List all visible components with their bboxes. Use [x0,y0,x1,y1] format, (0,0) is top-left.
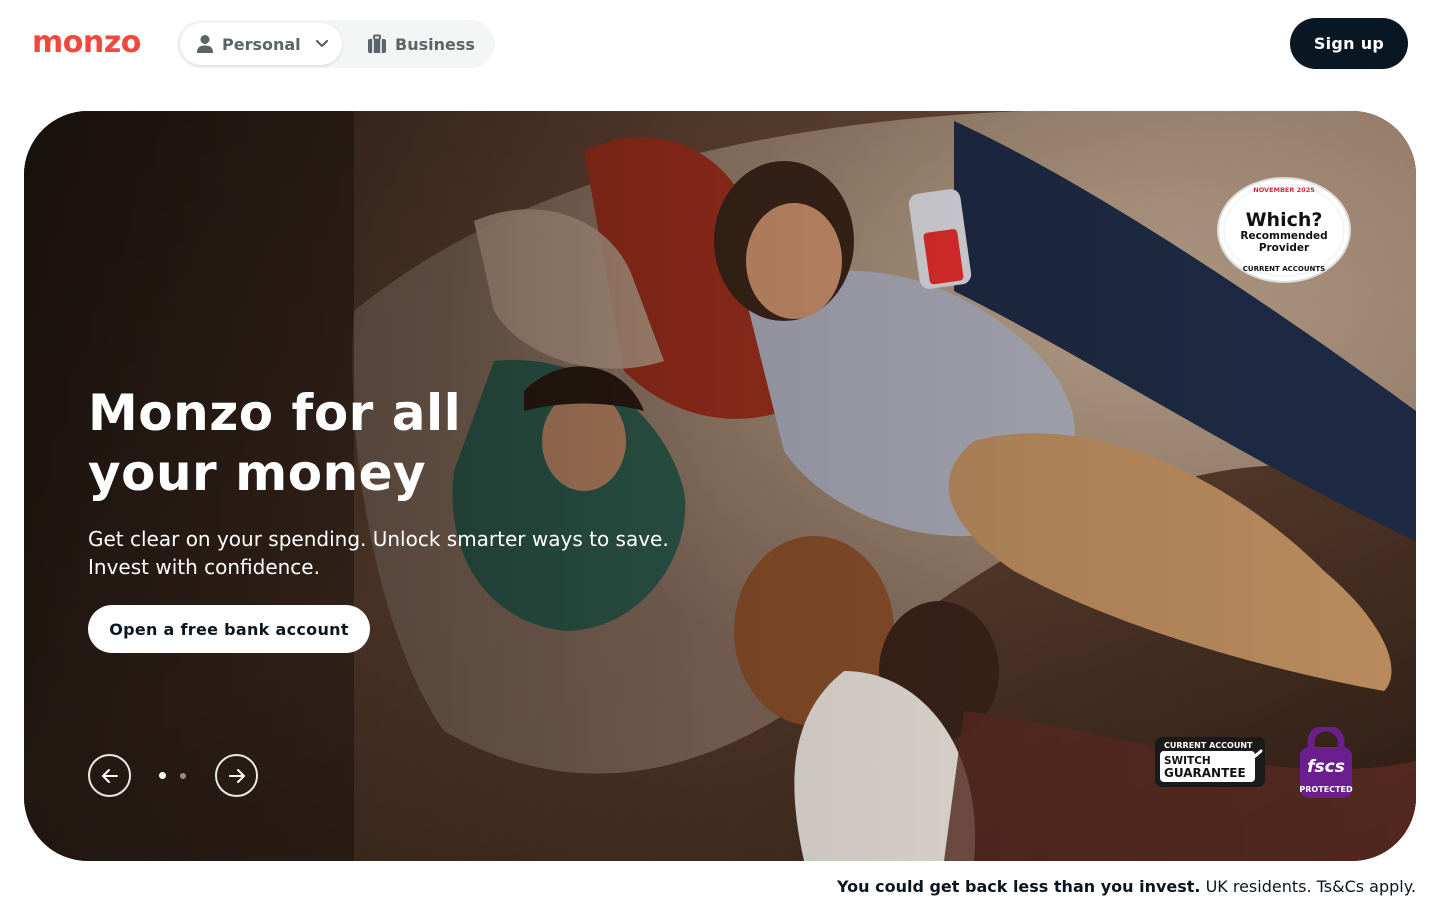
which-line-1: Recommended [1240,230,1327,242]
arrow-left-icon [101,768,118,783]
subtext-line-2: Invest with confidence. [88,555,320,579]
hero-headline: Monzo for all your money [88,383,508,503]
logo-text: monzo [32,25,141,60]
hero-banner: Monzo for all your money Get clear on yo… [24,111,1416,861]
business-tab[interactable]: Business [353,23,489,65]
personal-tab[interactable]: Personal [180,23,342,65]
site-header: monzo Personal Business Sign up [0,0,1440,88]
chevron-down-icon [315,39,328,48]
which-bottom: CURRENT ACCOUNTS [1243,265,1325,273]
open-account-button[interactable]: Open a free bank account [88,605,370,653]
carousel-dot-1[interactable] [159,772,166,779]
investment-disclaimer: You could get back less than you invest.… [837,877,1416,896]
business-label: Business [395,34,475,54]
person-icon [197,35,213,53]
monzo-logo[interactable]: monzo [32,26,152,60]
hero-subtext: Get clear on your spending. Unlock smart… [88,525,708,581]
which-title: Which? [1246,209,1323,231]
briefcase-icon [368,34,386,53]
fscs-bottom: PROTECTED [1299,785,1353,794]
subtext-line-1: Get clear on your spending. Unlock smart… [88,527,669,551]
carousel-dot-2[interactable] [180,773,186,779]
switch-guarantee-badge: CURRENT ACCOUNT SWITCH GUARANTEE [1155,737,1265,787]
arrow-right-icon [228,768,245,783]
switch-line-2: GUARANTEE [1164,766,1246,780]
carousel-prev-button[interactable] [88,754,131,797]
headline-line-2: your money [88,444,427,502]
personal-label: Personal [222,34,301,54]
disclaimer-bold: You could get back less than you invest. [837,877,1201,896]
disclaimer-rest: UK residents. Ts&Cs apply. [1200,877,1416,896]
which-recommended-badge: NOVEMBER 2025 Which? Recommended Provide… [1217,177,1351,283]
headline-line-1: Monzo for all [88,384,462,442]
which-line-2: Provider [1259,242,1310,254]
sign-up-button[interactable]: Sign up [1290,18,1408,69]
fscs-protected-badge: fscs PROTECTED [1299,727,1353,798]
fscs-title: fscs [1307,757,1345,777]
which-date: NOVEMBER 2025 [1253,186,1315,194]
carousel-next-button[interactable] [215,754,258,797]
audience-switcher: Personal Business [177,20,495,68]
switch-top: CURRENT ACCOUNT [1164,741,1253,750]
